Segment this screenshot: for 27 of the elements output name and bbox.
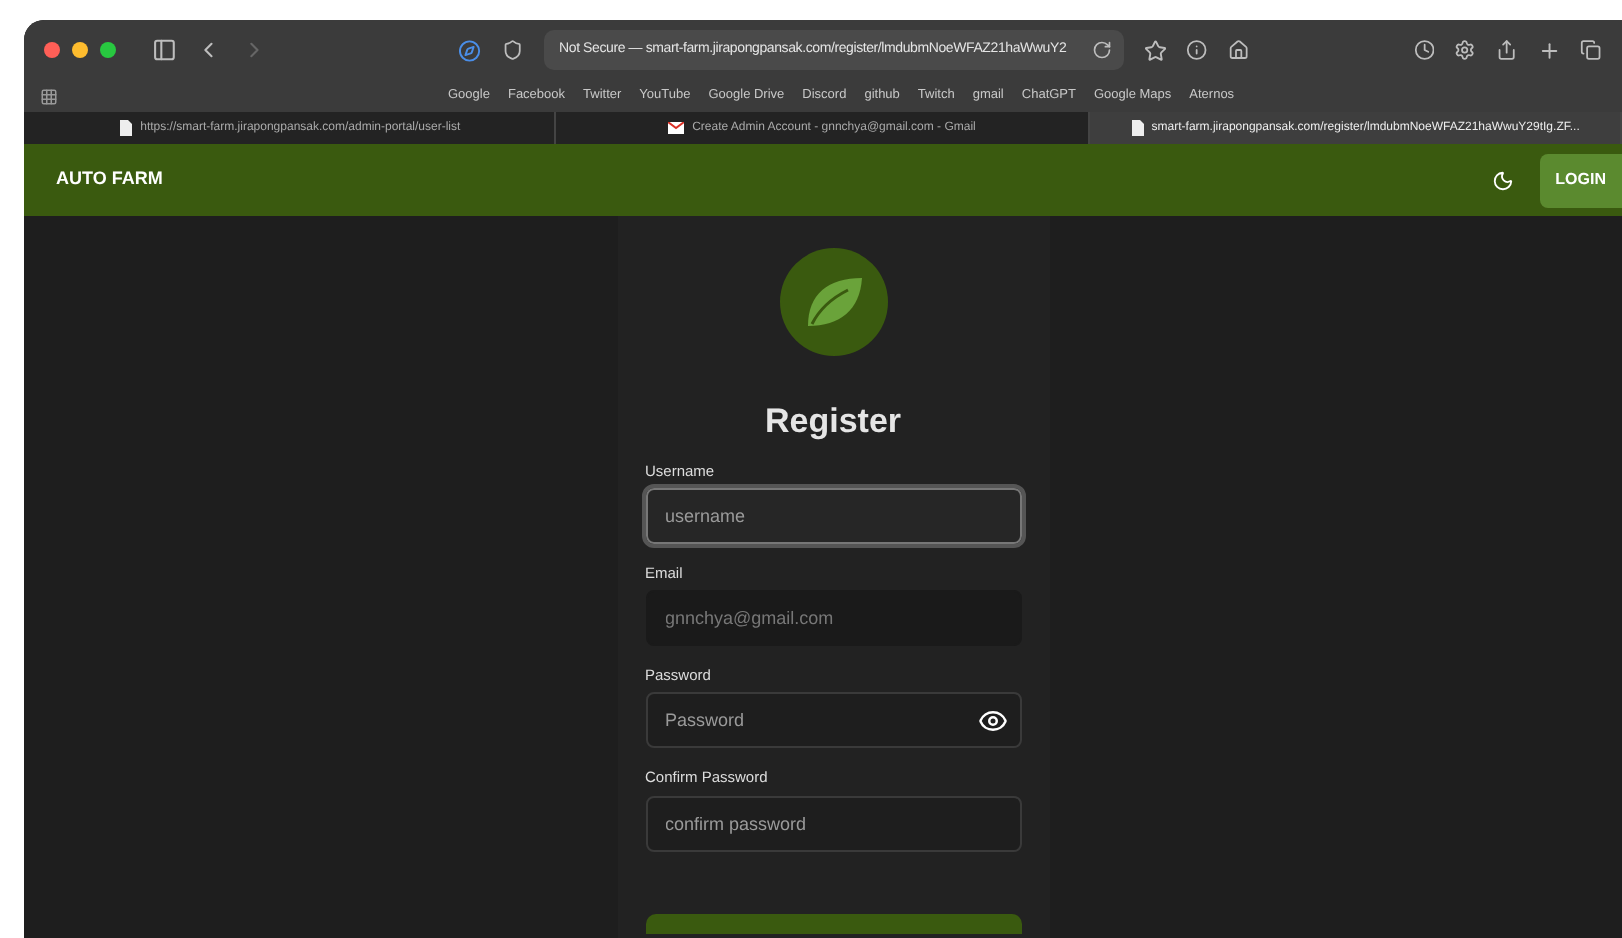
reload-icon[interactable] (1091, 40, 1112, 60)
mail-icon (668, 122, 685, 134)
login-button[interactable]: LOGIN (1539, 153, 1622, 207)
star-icon[interactable] (1143, 37, 1167, 63)
zoom-window-button[interactable] (100, 42, 116, 58)
dark-mode-icon[interactable] (1491, 169, 1514, 191)
app-header: AUTO FARM LOGIN (24, 144, 1622, 216)
grid-icon[interactable] (40, 87, 58, 105)
share-icon[interactable] (1496, 38, 1518, 62)
shield-icon[interactable] (501, 38, 524, 62)
input-field[interactable]: Password (645, 692, 1021, 749)
input-field[interactable]: confirm password (645, 795, 1021, 851)
input-field[interactable]: username (645, 487, 1021, 544)
sidebar-icon[interactable] (152, 36, 177, 64)
page-icon (118, 120, 133, 136)
leaf-icon (803, 274, 863, 330)
settings-icon[interactable] (1454, 38, 1477, 62)
show-password-icon[interactable] (977, 706, 1007, 737)
tabs-icon[interactable] (1580, 38, 1602, 62)
minimize-window-button[interactable] (72, 42, 88, 58)
info-icon[interactable] (1186, 38, 1209, 62)
new-tab-icon[interactable] (1537, 37, 1561, 63)
compass-icon[interactable] (458, 37, 482, 63)
page-icon (1129, 120, 1144, 136)
clock-icon[interactable] (1413, 38, 1435, 62)
home-icon[interactable] (1228, 38, 1250, 62)
close-window-button[interactable] (44, 42, 60, 58)
